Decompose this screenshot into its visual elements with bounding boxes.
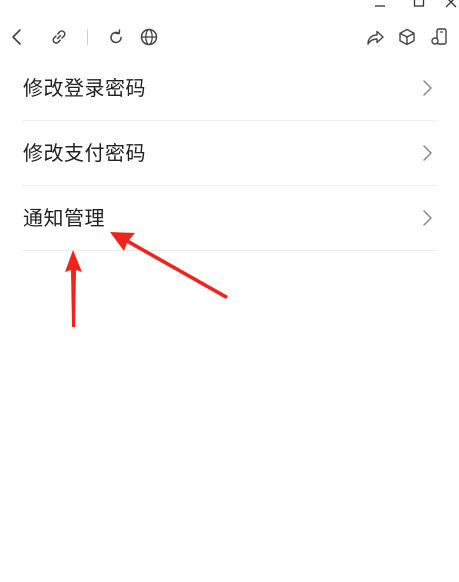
mini-program-icon[interactable] [428, 26, 450, 48]
chevron-right-icon [421, 77, 433, 99]
share-icon[interactable] [364, 26, 386, 48]
menu-item-change-login-password[interactable]: 修改登录密码 [23, 56, 437, 121]
globe-icon[interactable] [138, 26, 160, 48]
back-icon[interactable] [6, 26, 28, 48]
toolbar [0, 18, 459, 56]
menu-item-notification-management[interactable]: 通知管理 [23, 186, 437, 251]
menu-item-change-payment-password[interactable]: 修改支付密码 [23, 121, 437, 186]
toolbar-separator [87, 29, 88, 45]
chevron-right-icon [421, 207, 433, 229]
annotation-arrow-up [65, 250, 82, 327]
title-bar [0, 0, 459, 12]
menu-item-label: 修改登录密码 [23, 76, 146, 100]
maximize-icon[interactable] [411, 0, 427, 10]
menu-item-label: 修改支付密码 [23, 141, 146, 165]
refresh-icon[interactable] [105, 26, 127, 48]
close-icon[interactable] [443, 0, 459, 10]
menu-item-label: 通知管理 [23, 206, 105, 230]
settings-menu: 修改登录密码 修改支付密码 通知管理 [23, 56, 437, 251]
cube-icon[interactable] [396, 26, 418, 48]
link-icon[interactable] [48, 26, 70, 48]
chevron-right-icon [421, 142, 433, 164]
minimize-icon[interactable] [372, 0, 388, 10]
